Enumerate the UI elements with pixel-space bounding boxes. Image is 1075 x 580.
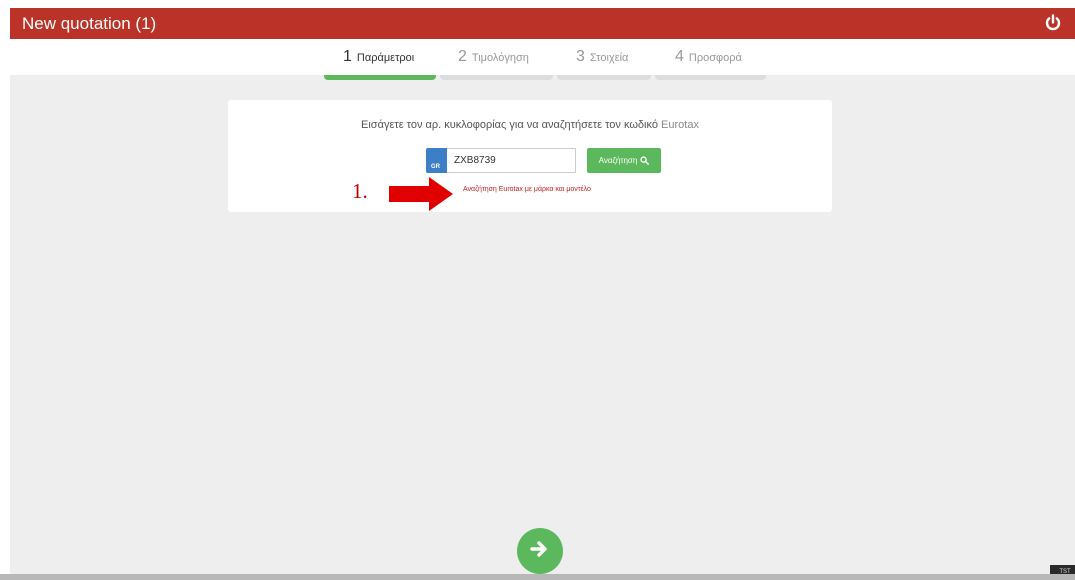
tab-step-3[interactable]: 3 Στοιχεία [576, 48, 628, 66]
title-bar: New quotation (1) [10, 8, 1075, 39]
wizard-steps: 1 Παράμετροι 2 Τιμολόγηση 3 Στοιχεία 4 Προσφ… [10, 39, 1075, 75]
step-label: Τιμολόγηση [471, 52, 529, 64]
tab-step-1[interactable]: 1 Παράμετροι [343, 48, 414, 66]
plate-number-input[interactable] [447, 148, 576, 173]
app-window: New quotation (1) 1 Παράμετροι 2 Τιμολόγησ… [10, 8, 1075, 574]
step-number: 4 [675, 48, 684, 65]
step-indicator [655, 75, 766, 80]
environment-badge: TST [1050, 565, 1075, 574]
step-indicator-active [324, 75, 436, 80]
prompt-text: Εισάγετε τον αρ. κυκλοφορίας για να αναζ… [361, 119, 658, 131]
annotation-arrow-icon [389, 177, 453, 211]
tab-step-4[interactable]: 4 Προσφορά [675, 48, 742, 66]
country-code: GR [431, 164, 440, 170]
plate-search-card: Εισάγετε τον αρ. κυκλοφορίας για να αναζ… [228, 100, 832, 212]
step-number: 2 [458, 48, 467, 65]
power-icon[interactable] [1043, 13, 1063, 33]
search-button[interactable]: Αναζήτηση [587, 148, 661, 173]
annotation-label: 1. [352, 179, 368, 203]
step-label: Παράμετροι [356, 52, 415, 64]
arrow-right-icon [530, 541, 547, 557]
country-flag: GR [426, 148, 447, 173]
search-button-label: Αναζήτηση [598, 156, 638, 165]
step-indicator [557, 75, 651, 80]
search-icon [640, 156, 650, 166]
tab-step-2[interactable]: 2 Τιμολόγηση [458, 48, 529, 66]
step-indicators [10, 75, 1075, 81]
step-indicator [440, 75, 553, 80]
step-number: 3 [576, 48, 585, 65]
prompt-brand: Eurotax [661, 119, 699, 131]
search-prompt: Εισάγετε τον αρ. κυκλοφορίας για να αναζ… [228, 119, 832, 131]
step-number: 1 [343, 48, 352, 65]
search-by-make-model-link[interactable]: Αναζήτηση Eurotax με μάρκα και μοντέλο [463, 186, 591, 193]
window-title: New quotation (1) [22, 14, 157, 33]
step-label: Στοιχεία [589, 52, 629, 64]
bottom-strip [0, 574, 1075, 580]
next-button[interactable] [517, 528, 563, 574]
step-label: Προσφορά [688, 52, 742, 64]
